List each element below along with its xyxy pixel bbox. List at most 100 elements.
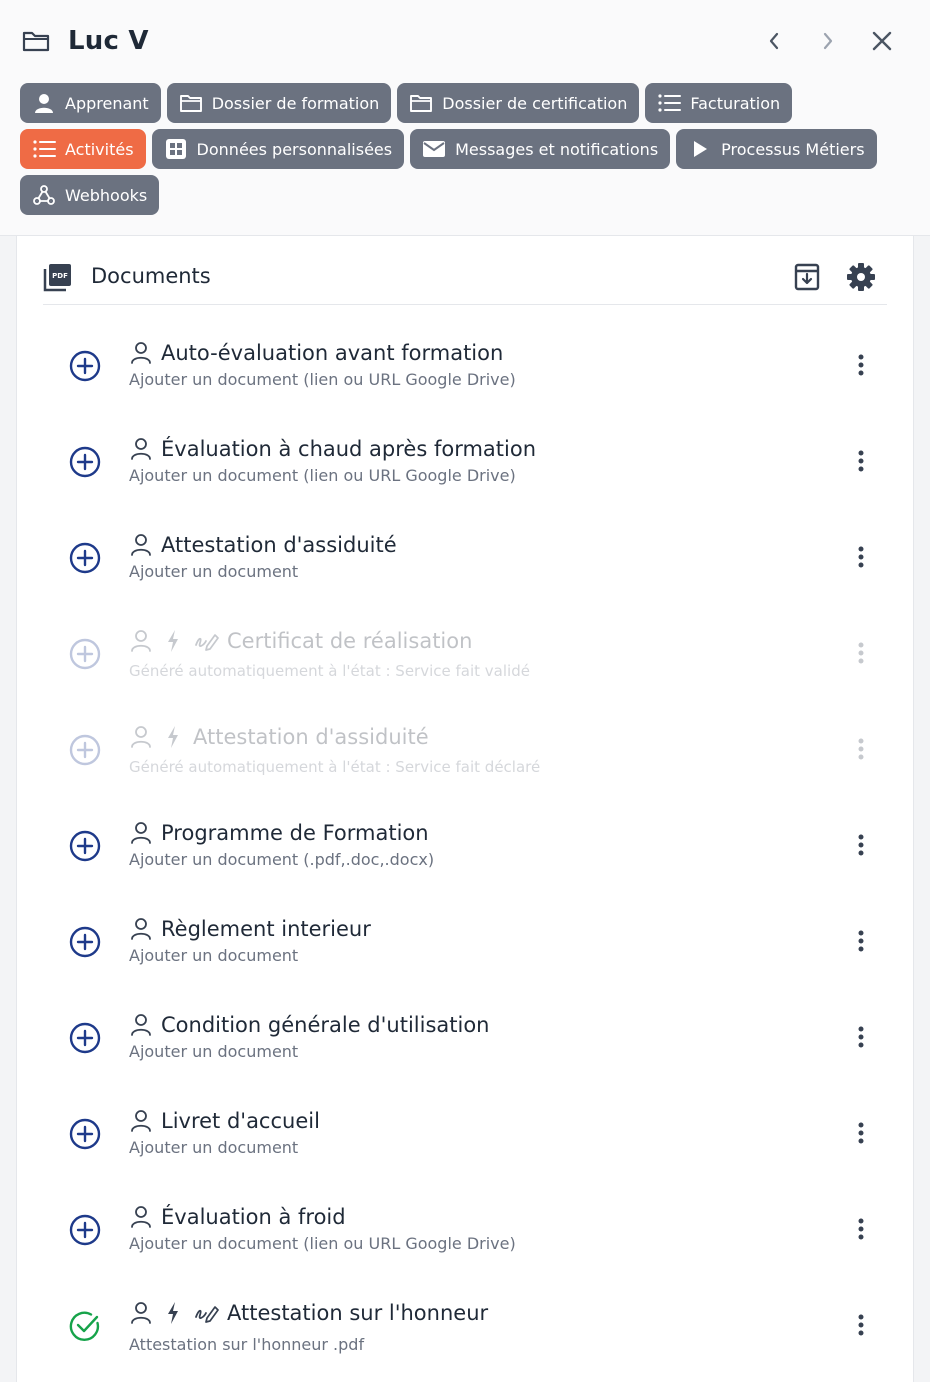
tab-label: Facturation <box>690 93 781 113</box>
more-options-button[interactable] <box>845 1312 877 1342</box>
gear-icon[interactable] <box>846 262 876 292</box>
tab-label: Activités <box>65 139 134 159</box>
document-row: Condition générale d'utilisation Ajouter … <box>17 1010 915 1106</box>
page-title: Luc V <box>68 26 149 56</box>
document-subtitle[interactable]: Ajouter un document (lien ou URL Google … <box>129 466 516 485</box>
document-subtitle[interactable]: Ajouter un document (.pdf,.doc,.docx) <box>129 850 434 869</box>
document-subtitle[interactable]: Ajouter un document (lien ou URL Google … <box>129 1234 516 1253</box>
folder-icon <box>22 27 50 55</box>
user-icon <box>32 91 56 115</box>
folder-icon <box>179 91 203 115</box>
close-icon <box>871 30 893 52</box>
document-title: Évaluation à froid <box>161 1205 346 1229</box>
svg-text:PDF: PDF <box>52 272 68 280</box>
previous-button[interactable] <box>757 24 791 58</box>
documents-header: PDF Documents <box>43 260 887 305</box>
kebab-menu-icon <box>857 353 865 381</box>
add-document-button[interactable] <box>69 1214 101 1246</box>
plus-circle-icon <box>69 830 101 866</box>
close-button[interactable] <box>865 24 899 58</box>
tab-dossier-de-certification[interactable]: Dossier de certification <box>397 83 640 123</box>
mail-icon <box>422 137 446 161</box>
person-icon <box>129 1013 153 1037</box>
document-subtitle[interactable]: Ajouter un document <box>129 1138 298 1157</box>
document-subtitle[interactable]: Ajouter un document <box>129 1042 298 1061</box>
kebab-menu-icon <box>857 1217 865 1245</box>
add-document-button[interactable] <box>69 1118 101 1150</box>
chevron-left-icon <box>767 31 781 51</box>
archive-download-icon[interactable] <box>793 262 821 292</box>
document-title-line: Attestation sur l'honneur <box>129 1298 488 1328</box>
documents-panel: PDF Documents Auto-évaluation avant form… <box>16 236 914 1382</box>
document-row: Attestation d'assiduité Généré automatiqu… <box>17 722 915 818</box>
add-document-button[interactable] <box>69 446 101 478</box>
more-options-button <box>845 640 877 670</box>
check-circle-icon[interactable] <box>69 1310 101 1342</box>
next-button[interactable] <box>811 24 845 58</box>
more-options-button[interactable] <box>845 1120 877 1150</box>
document-subtitle: Généré automatiquement à l'état : Servic… <box>129 758 541 776</box>
document-row: Évaluation à chaud après formation Ajoute… <box>17 434 915 530</box>
tab-facturation[interactable]: Facturation <box>645 83 793 123</box>
plus-circle-icon <box>69 1022 101 1058</box>
document-title-line: Programme de Formation <box>129 818 429 848</box>
kebab-menu-icon <box>857 1025 865 1053</box>
document-subtitle[interactable]: Ajouter un document (lien ou URL Google … <box>129 370 516 389</box>
more-options-button[interactable] <box>845 1024 877 1054</box>
signature-icon <box>193 629 219 653</box>
add-document-button[interactable] <box>69 830 101 862</box>
person-icon <box>129 341 153 365</box>
document-title-line: Auto-évaluation avant formation <box>129 338 503 368</box>
person-icon <box>129 725 153 749</box>
more-options-button[interactable] <box>845 1216 877 1246</box>
person-icon <box>129 917 153 941</box>
plus-circle-icon <box>69 638 101 674</box>
list-icon <box>32 137 56 161</box>
tab-activites[interactable]: Activités <box>20 129 146 169</box>
kebab-menu-icon <box>857 929 865 957</box>
tab-webhooks[interactable]: Webhooks <box>20 175 160 215</box>
add-document-button[interactable] <box>69 350 101 382</box>
plus-circle-icon <box>69 1214 101 1250</box>
folder-icon <box>409 91 433 115</box>
tab-label: Processus Métiers <box>721 139 865 159</box>
tab-dossier-de-formation[interactable]: Dossier de formation <box>166 83 392 123</box>
tab-label: Dossier de formation <box>211 93 380 113</box>
webhook-icon <box>32 183 56 207</box>
document-title-line: Évaluation à froid <box>129 1202 346 1232</box>
add-document-button[interactable] <box>69 1022 101 1054</box>
more-options-button[interactable] <box>845 832 877 862</box>
document-row: Règlement interieur Ajouter un document <box>17 914 915 1010</box>
document-title-line: Attestation d'assiduité <box>129 530 397 560</box>
panel-header: Luc V Apprenant Dossier de formation Dossi… <box>0 0 930 236</box>
person-icon <box>129 1205 153 1229</box>
kebab-menu-icon <box>857 1121 865 1149</box>
document-title-line: Règlement interieur <box>129 914 371 944</box>
document-subtitle: Attestation sur l'honneur .pdf <box>129 1335 365 1354</box>
more-options-button[interactable] <box>845 448 877 478</box>
add-document-button[interactable] <box>69 542 101 574</box>
person-icon <box>129 821 153 845</box>
more-options-button[interactable] <box>845 544 877 574</box>
bolt-icon <box>161 1301 185 1325</box>
document-subtitle[interactable]: Ajouter un document <box>129 946 298 965</box>
kebab-menu-icon <box>857 449 865 477</box>
tab-bar: Apprenant Dossier de formation Dossier de … <box>20 83 920 221</box>
tab-donnees-personnalisees[interactable]: Données personnalisées <box>151 129 405 169</box>
documents-title: Documents <box>91 264 211 288</box>
more-options-button <box>845 736 877 766</box>
tab-messages-et-notifications[interactable]: Messages et notifications <box>410 129 671 169</box>
more-options-button[interactable] <box>845 352 877 382</box>
add-document-button <box>69 638 101 670</box>
document-subtitle: Généré automatiquement à l'état : Servic… <box>129 662 530 680</box>
more-options-button[interactable] <box>845 928 877 958</box>
document-title: Certificat de réalisation <box>227 629 473 653</box>
document-title: Règlement interieur <box>161 917 371 941</box>
tab-apprenant[interactable]: Apprenant <box>20 83 161 123</box>
add-document-button[interactable] <box>69 926 101 958</box>
tab-label: Dossier de certification <box>442 93 628 113</box>
tab-label: Apprenant <box>65 93 149 113</box>
tab-processus-metiers[interactable]: Processus Métiers <box>676 129 877 169</box>
tab-label: Webhooks <box>65 185 148 205</box>
document-subtitle[interactable]: Ajouter un document <box>129 562 298 581</box>
